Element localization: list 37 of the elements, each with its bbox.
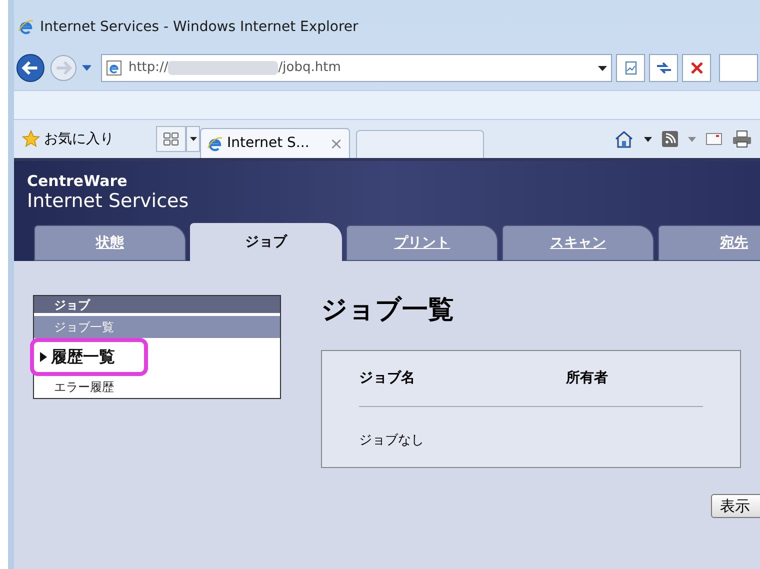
- sidebar-heading: ジョブ: [34, 296, 280, 316]
- dropdown-caret-icon: [190, 137, 196, 141]
- address-field[interactable]: http:// /jobq.htm: [101, 54, 612, 82]
- search-field[interactable]: [719, 54, 758, 82]
- browser-logo-icon: [207, 136, 223, 152]
- refresh-icon: [656, 61, 672, 75]
- sidebar-item[interactable]: 履歴一覧: [30, 338, 148, 376]
- grid-icon: [163, 132, 179, 146]
- star-icon: [22, 130, 40, 148]
- column-header: ジョブ名: [359, 369, 416, 388]
- dropdown-caret-icon[interactable]: [598, 66, 608, 70]
- stop-button[interactable]: [682, 54, 712, 82]
- browser-logo-icon: [18, 19, 34, 35]
- triangle-icon: [40, 352, 47, 362]
- printer-icon[interactable]: [732, 130, 752, 148]
- window-title: Internet Services - Windows Internet Explorer: [40, 18, 358, 36]
- favorites-button[interactable]: お気に入り: [22, 128, 150, 150]
- column-header: 所有者: [566, 369, 608, 388]
- nav-tab[interactable]: ジョブ: [190, 223, 342, 261]
- dropdown-caret-icon[interactable]: [644, 136, 652, 142]
- home-icon[interactable]: [614, 130, 634, 148]
- quick-tabs-button[interactable]: [156, 126, 186, 152]
- brand-text: Internet Services: [27, 191, 190, 211]
- back-icon[interactable]: [16, 53, 45, 83]
- close-icon: [690, 62, 703, 74]
- refresh-button[interactable]: 表示: [711, 494, 760, 518]
- brand-text: CentreWare: [27, 171, 128, 191]
- mail-icon[interactable]: [706, 133, 722, 145]
- url-text: /jobq.htm: [278, 59, 341, 78]
- browser-tab[interactable]: Internet S... ×: [200, 128, 350, 158]
- refresh-button[interactable]: [649, 54, 678, 82]
- feed-icon[interactable]: [662, 131, 678, 147]
- empty-message: ジョブなし: [359, 432, 425, 450]
- url-text: http://: [128, 59, 168, 78]
- tab-list-button[interactable]: [186, 126, 200, 152]
- page-title: ジョブ一覧: [321, 294, 455, 327]
- compatibility-button[interactable]: [616, 54, 646, 82]
